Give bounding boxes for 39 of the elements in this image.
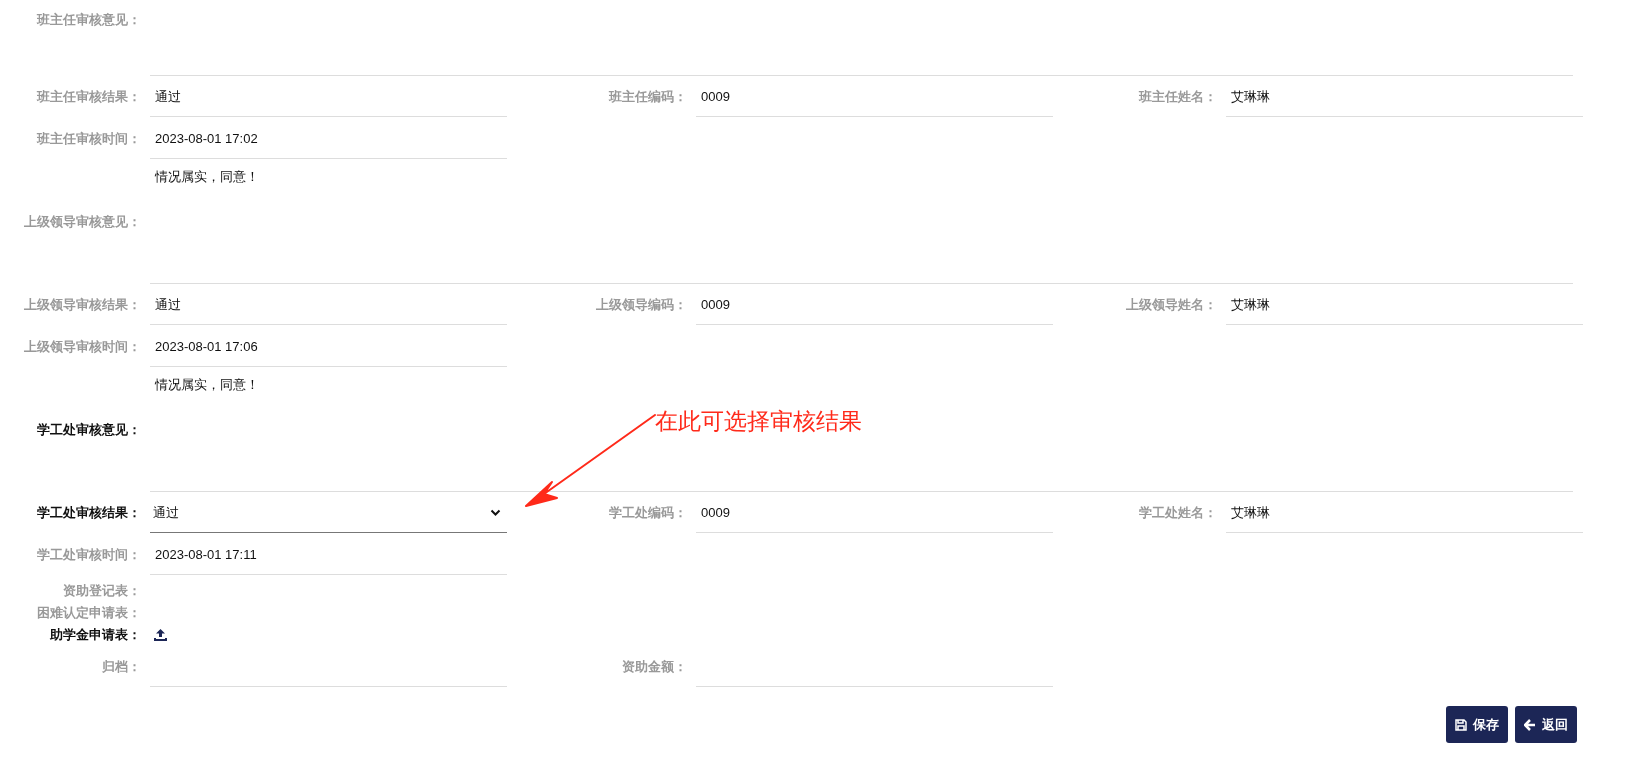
arrow-left-icon bbox=[1524, 718, 1536, 731]
chevron-down-icon bbox=[490, 508, 501, 517]
save-button[interactable]: 保存 bbox=[1446, 706, 1508, 743]
opinion-textarea[interactable]: 情况属实，同意！ bbox=[150, 160, 1573, 284]
field-label: 上级领导审核结果： bbox=[24, 296, 141, 315]
back-button[interactable]: 返回 bbox=[1515, 706, 1577, 743]
result-select[interactable]: 通过 bbox=[150, 493, 507, 533]
input-field[interactable]: 0009 bbox=[696, 493, 1053, 533]
input-field[interactable]: 2023-08-01 17:11 bbox=[150, 535, 507, 575]
field-label: 资助登记表： bbox=[63, 582, 141, 601]
annotation-text: 在此可选择审核结果 bbox=[655, 410, 862, 433]
field-label: 班主任姓名： bbox=[1139, 88, 1217, 107]
field-label: 上级领导姓名： bbox=[1126, 296, 1217, 315]
field-label: 班主任编码： bbox=[609, 88, 687, 107]
field-label: 学工处编码： bbox=[609, 504, 687, 523]
field-label: 班主任审核意见： bbox=[37, 11, 141, 29]
input-field[interactable]: 2023-08-01 17:06 bbox=[150, 327, 507, 367]
field-label: 归档： bbox=[102, 658, 141, 677]
input-field[interactable]: 通过 bbox=[150, 285, 507, 325]
input-field[interactable]: 0009 bbox=[696, 77, 1053, 117]
upload-icon[interactable] bbox=[154, 629, 167, 641]
field-label: 困难认定申请表： bbox=[37, 604, 141, 623]
input-field[interactable]: 2023-08-01 17:02 bbox=[150, 119, 507, 159]
field-label: 学工处审核时间： bbox=[37, 546, 141, 565]
field-label: 班主任审核时间： bbox=[37, 130, 141, 149]
field-label: 资助金额： bbox=[622, 658, 687, 677]
input-field[interactable]: 艾琳琳 bbox=[1226, 493, 1583, 533]
field-label: 上级领导审核意见： bbox=[24, 213, 141, 232]
input-field[interactable]: 艾琳琳 bbox=[1226, 77, 1583, 117]
input-field[interactable]: 艾琳琳 bbox=[1226, 285, 1583, 325]
field-label: 助学金申请表： bbox=[50, 626, 141, 645]
field-label: 上级领导编码： bbox=[596, 296, 687, 315]
input-field[interactable]: 通过 bbox=[150, 77, 507, 117]
field-label: 班主任审核结果： bbox=[37, 88, 141, 107]
field-label: 学工处审核意见： bbox=[37, 421, 141, 440]
field-label: 上级领导审核时间： bbox=[24, 338, 141, 357]
input-field[interactable]: 0009 bbox=[696, 285, 1053, 325]
field-label: 学工处姓名： bbox=[1139, 504, 1217, 523]
field-label: 学工处审核结果： bbox=[37, 504, 141, 523]
